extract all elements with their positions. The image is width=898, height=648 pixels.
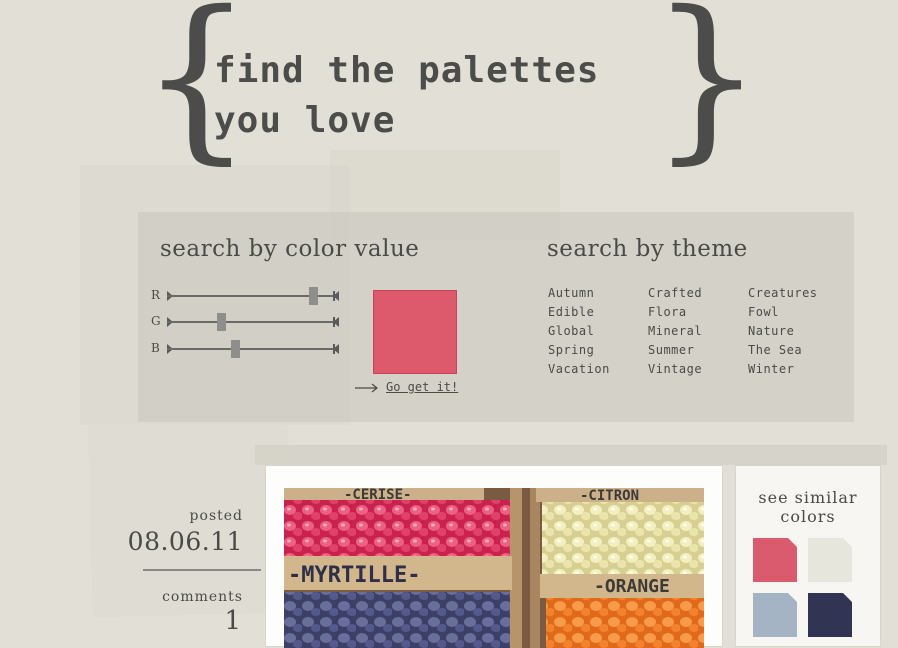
- theme-link-spring[interactable]: Spring: [548, 342, 648, 358]
- theme-link-autumn[interactable]: Autumn: [548, 285, 648, 301]
- right-brace-icon: }: [650, 0, 764, 180]
- similar-colors-title-line-1: see similar: [758, 488, 858, 507]
- hero-title-line-2: you love: [214, 100, 396, 141]
- theme-link-global[interactable]: Global: [548, 323, 648, 339]
- posted-label: posted: [189, 508, 243, 524]
- color-search-title: search by color value: [160, 236, 420, 262]
- slider-right-end-icon: [333, 291, 339, 301]
- blue-slider-label: B: [151, 341, 160, 355]
- theme-list: Autumn Crafted Creatures Edible Flora Fo…: [548, 285, 848, 377]
- theme-link-fowl[interactable]: Fowl: [748, 304, 848, 320]
- hero-title-line-1: find the palettes: [214, 50, 600, 91]
- comments-label[interactable]: comments: [162, 589, 243, 605]
- green-slider-thumb[interactable]: [216, 313, 226, 331]
- similar-colors-title-line-2: colors: [780, 507, 836, 526]
- theme-link-winter[interactable]: Winter: [748, 361, 848, 377]
- citron-label: -CITRON: [580, 488, 639, 504]
- orange-label: -ORANGE: [594, 576, 670, 597]
- theme-link-edible[interactable]: Edible: [548, 304, 648, 320]
- green-slider-track[interactable]: [167, 321, 339, 323]
- background-strip: [255, 445, 887, 465]
- blue-slider-track[interactable]: [167, 348, 339, 350]
- theme-link-crafted[interactable]: Crafted: [648, 285, 748, 301]
- similar-colors-title: see similar colors: [736, 488, 880, 526]
- slider-right-end-icon: [333, 317, 339, 327]
- theme-link-vacation[interactable]: Vacation: [548, 361, 648, 377]
- search-panel: search by color value R G B Go get it! s…: [138, 212, 854, 422]
- theme-link-vintage[interactable]: Vintage: [648, 361, 748, 377]
- similar-swatch-navy[interactable]: [808, 593, 852, 637]
- arrow-right-icon: [355, 383, 378, 393]
- red-slider[interactable]: R: [151, 287, 343, 305]
- myrtille-label: -MYRTILLE-: [288, 563, 420, 588]
- color-preview-swatch: [373, 290, 457, 374]
- red-slider-thumb[interactable]: [308, 287, 318, 305]
- similar-swatch-pink[interactable]: [753, 538, 797, 582]
- similar-swatch-cream[interactable]: [808, 538, 852, 582]
- candy-label-overlay: -CERISE- -CITRON -MYRTILLE- -ORANGE: [288, 488, 670, 597]
- theme-link-mineral[interactable]: Mineral: [648, 323, 748, 339]
- blue-slider-thumb[interactable]: [231, 340, 241, 358]
- similar-colors-panel: see similar colors: [736, 466, 880, 646]
- go-get-it-label[interactable]: Go get it!: [386, 380, 458, 394]
- hero-title: find the palettes you love: [214, 46, 599, 146]
- hero-header: { find the palettes you love }: [140, 0, 763, 190]
- green-slider-label: G: [151, 314, 161, 328]
- red-slider-label: R: [151, 288, 161, 302]
- theme-link-the-sea[interactable]: The Sea: [748, 342, 848, 358]
- theme-search-title: search by theme: [547, 236, 748, 262]
- meta-divider: [143, 569, 261, 571]
- slider-right-end-icon: [333, 344, 339, 354]
- theme-link-summer[interactable]: Summer: [648, 342, 748, 358]
- green-slider[interactable]: G: [151, 313, 343, 331]
- photo-card: -CERISE- -CITRON -MYRTILLE- -ORANGE: [266, 466, 722, 648]
- comment-count[interactable]: 1: [224, 606, 241, 636]
- blue-slider[interactable]: B: [151, 340, 343, 358]
- similar-swatch-blue-gray[interactable]: [753, 593, 797, 637]
- theme-link-creatures[interactable]: Creatures: [748, 285, 848, 301]
- cerise-label: -CERISE-: [344, 488, 411, 503]
- candy-photo[interactable]: -CERISE- -CITRON -MYRTILLE- -ORANGE: [284, 488, 704, 648]
- theme-link-nature[interactable]: Nature: [748, 323, 848, 339]
- post-date: 08.06.11: [127, 527, 243, 556]
- theme-link-flora[interactable]: Flora: [648, 304, 748, 320]
